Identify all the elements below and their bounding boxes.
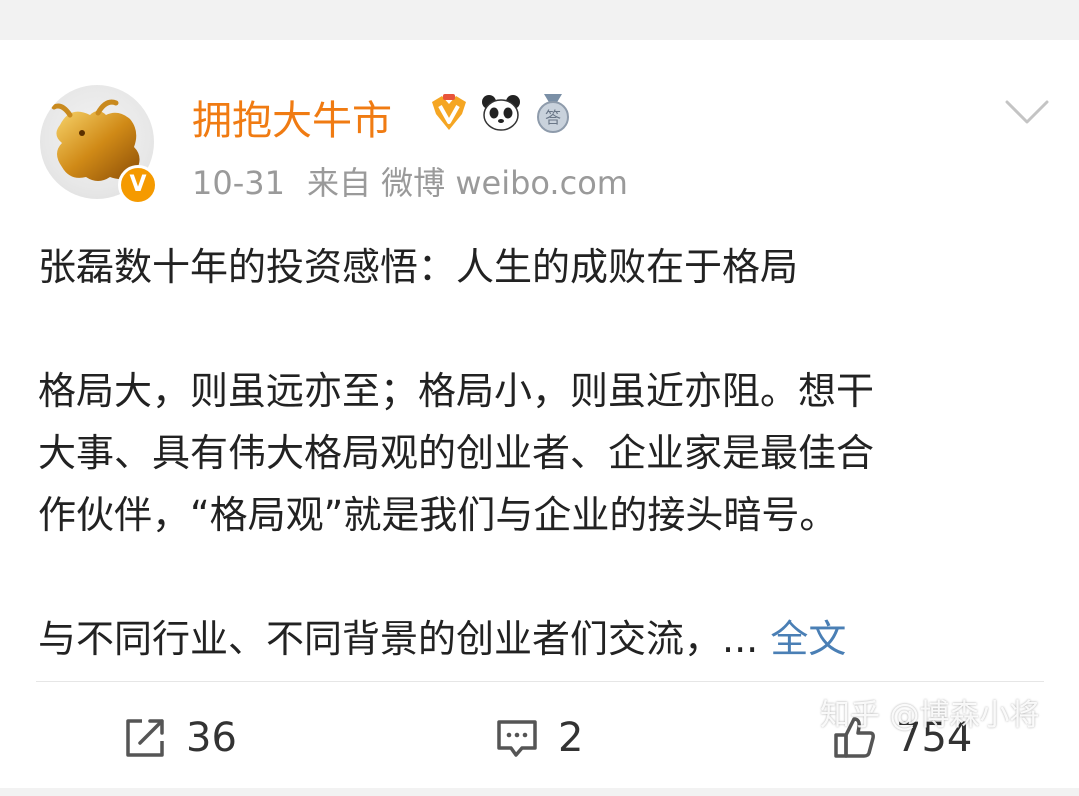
- source-prefix: 来自: [306, 164, 371, 202]
- divider: [36, 681, 1044, 682]
- post-time: 10-31: [192, 164, 285, 202]
- user-badges: 答: [428, 92, 574, 134]
- repost-count: 36: [186, 715, 237, 761]
- content-line: 作伙伴，“格局观”就是我们与企业的接头暗号。: [38, 493, 838, 537]
- content-line: 张磊数十年的投资感悟：人生的成败在于格局: [38, 245, 799, 289]
- post-source: 微博 weibo.com: [381, 164, 628, 202]
- verified-badge-icon: V: [118, 165, 158, 205]
- comment-count: 2: [558, 715, 584, 761]
- full-text-link[interactable]: 全文: [770, 617, 846, 661]
- user-avatar[interactable]: V: [40, 85, 158, 205]
- comment-button[interactable]: 2: [494, 700, 583, 776]
- repost-icon: [126, 719, 164, 757]
- post-meta: 10-31 来自 微博 weibo.com: [192, 158, 628, 204]
- post-content[interactable]: 张磊数十年的投资感悟：人生的成败在于格局 格局大，则虽远亦至；格局小，则虽近亦阻…: [38, 236, 1048, 670]
- panda-icon[interactable]: [480, 92, 522, 134]
- weibo-post-card: V 拥抱大牛市 答 10-31 来自 微博 weibo.com 张磊数十年的投资感…: [0, 40, 1079, 788]
- repost-button[interactable]: 36: [122, 700, 237, 776]
- content-line: 格局大，则虽远亦至；格局小，则虽近亦阻。想干: [38, 369, 875, 413]
- content-last-line: 与不同行业、不同背景的创业者们交流，... 全文: [38, 608, 1048, 670]
- content-line: 与不同行业、不同背景的创业者们交流，...: [38, 617, 759, 661]
- chevron-down-icon[interactable]: [1004, 98, 1050, 128]
- answer-medal-icon[interactable]: 答: [532, 92, 574, 134]
- zhihu-watermark: 知乎 @博森小将: [820, 698, 1040, 733]
- svg-text:答: 答: [545, 108, 561, 127]
- content-line: 大事、具有伟大格局观的创业者、企业家是最佳合: [38, 431, 875, 475]
- vip-level-icon[interactable]: [428, 92, 470, 134]
- username[interactable]: 拥抱大牛市: [192, 88, 392, 146]
- bottom-separator: [0, 788, 1079, 796]
- comment-icon: [497, 720, 537, 757]
